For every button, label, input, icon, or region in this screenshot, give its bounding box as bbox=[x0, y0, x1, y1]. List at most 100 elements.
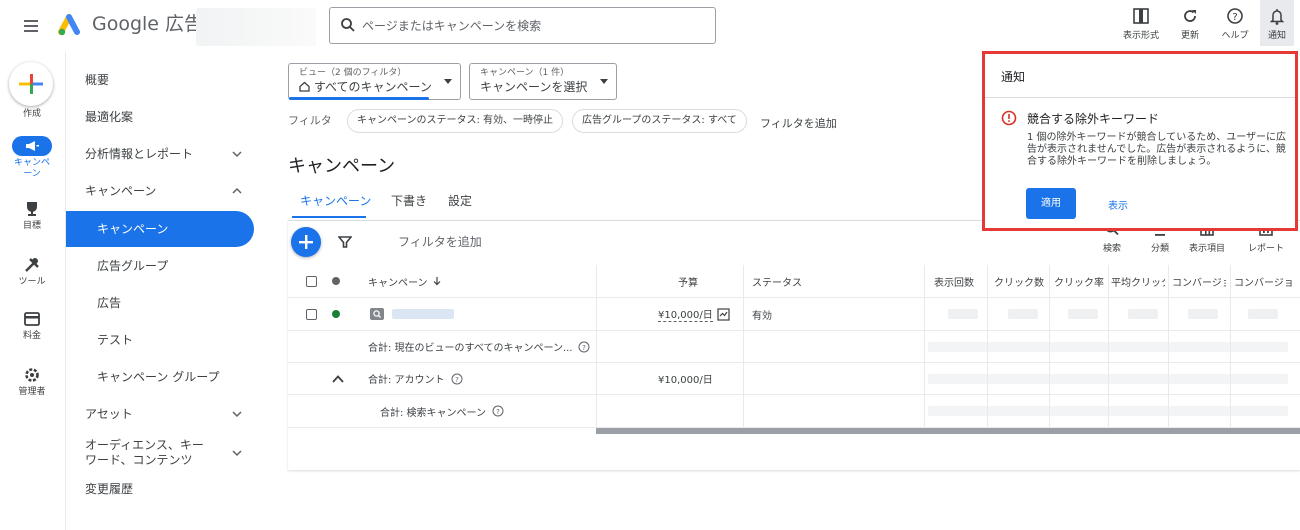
dropdown-arrow-icon bbox=[600, 79, 608, 84]
tab-drafts[interactable]: 下書き bbox=[391, 192, 427, 209]
megaphone-icon bbox=[12, 136, 52, 156]
status-column-header[interactable]: ステータス bbox=[752, 265, 802, 297]
table-header-row: キャンペーン 予算 ステータス 表示回数 クリック数 クリック率 平均クリック … bbox=[288, 265, 1300, 298]
chevron-down-icon bbox=[232, 450, 242, 457]
column-divider bbox=[1108, 265, 1109, 428]
table-add-filter[interactable]: フィルタを追加 bbox=[398, 233, 482, 250]
add-campaign-button[interactable] bbox=[291, 227, 321, 257]
budget-cell[interactable]: ¥10,000/日 bbox=[658, 298, 730, 330]
conversions2-column-header[interactable]: コンバージョン bbox=[1234, 265, 1292, 297]
chevron-down-icon bbox=[232, 411, 242, 418]
sidebar-item-overview[interactable]: 概要 bbox=[66, 62, 254, 98]
rail-item-billing[interactable]: 料金 bbox=[0, 308, 64, 342]
rail-item-goals[interactable]: 目標 bbox=[0, 198, 64, 232]
column-divider bbox=[743, 265, 744, 428]
rail-item-admin[interactable]: 管理者 bbox=[0, 364, 64, 398]
campaign-dropdown-label: キャンペーン（1 件） bbox=[480, 68, 570, 78]
total-view-text: 合計: 現在のビューのすべてのキャンペーン... bbox=[368, 343, 573, 354]
filter-funnel-icon[interactable] bbox=[338, 235, 352, 249]
column-divider bbox=[596, 265, 597, 428]
search-box[interactable] bbox=[329, 7, 716, 44]
sidebar-item-label: キャンペーン bbox=[85, 184, 157, 198]
help-icon[interactable]: ? bbox=[451, 373, 463, 385]
appearance-button[interactable]: 表示形式 bbox=[1118, 6, 1164, 46]
apply-button[interactable]: 適用 bbox=[1026, 188, 1076, 219]
collapse-chevron-icon[interactable] bbox=[332, 363, 344, 394]
sidebar-item-campaign-groups[interactable]: キャンペーン グループ bbox=[66, 359, 254, 395]
column-divider bbox=[1230, 265, 1231, 428]
view-dropdown[interactable]: ビュー（2 個のフィルタ） すべてのキャンペーン bbox=[288, 63, 461, 100]
chevron-up-icon bbox=[232, 187, 242, 194]
search-input[interactable] bbox=[362, 9, 702, 42]
budget-column-header[interactable]: 予算 bbox=[678, 265, 708, 297]
metric-blurred bbox=[1068, 298, 1098, 330]
view-dropdown-value: すべてのキャンペーン bbox=[299, 79, 460, 95]
rail-item-tools[interactable]: ツール bbox=[0, 254, 64, 288]
show-link[interactable]: 表示 bbox=[1108, 197, 1128, 212]
select-all-checkbox[interactable] bbox=[306, 265, 317, 297]
hamburger-menu-icon[interactable] bbox=[20, 14, 44, 38]
rail-goals-label: 目標 bbox=[22, 221, 41, 231]
campaign-dropdown-value: キャンペーンを選択 bbox=[480, 80, 588, 94]
app-title: Google 広告 bbox=[92, 13, 204, 35]
svg-text:?: ? bbox=[455, 376, 459, 384]
help-button[interactable]: ? ヘルプ bbox=[1216, 6, 1254, 46]
refresh-icon bbox=[1180, 6, 1200, 26]
sort-arrow-icon bbox=[433, 276, 441, 286]
table-search-label: 検索 bbox=[1102, 244, 1121, 254]
metric-blurred bbox=[948, 298, 978, 330]
sidebar-item-campaigns[interactable]: キャンペーン bbox=[66, 211, 254, 247]
segment-label: 分類 bbox=[1150, 244, 1169, 254]
trend-chart-icon[interactable] bbox=[717, 307, 730, 321]
tab-campaigns[interactable]: キャンペーン bbox=[300, 192, 371, 209]
add-filter-link[interactable]: フィルタを追加 bbox=[760, 115, 837, 131]
table-row[interactable]: ¥10,000/日 有効 bbox=[288, 298, 1300, 331]
rail-admin-label: 管理者 bbox=[18, 387, 46, 397]
avg-cpc-column-header[interactable]: 平均クリック bbox=[1111, 265, 1165, 297]
sidebar-item-assets[interactable]: アセット bbox=[66, 396, 254, 432]
trophy-icon bbox=[21, 198, 43, 220]
help-icon[interactable]: ? bbox=[492, 405, 504, 417]
view-underline bbox=[289, 97, 429, 100]
total-search-label: 合計: 検索キャンペーン ? bbox=[380, 395, 504, 427]
svg-text:?: ? bbox=[496, 408, 500, 416]
notification-title: 競合する除外キーワード bbox=[1027, 112, 1160, 126]
sidebar-item-label: オーディエンス、キーワード、コンテンツ bbox=[85, 438, 204, 467]
left-rail: 作成 キャンペーン 目標 ツール 料金 管理者 bbox=[0, 52, 64, 530]
sidebar-item-ads[interactable]: 広告 bbox=[66, 285, 254, 321]
metric-blurred bbox=[1008, 298, 1038, 330]
row-checkbox[interactable] bbox=[306, 298, 317, 330]
sidebar-item-change-history[interactable]: 変更履歴 bbox=[66, 471, 254, 507]
horizontal-scrollbar[interactable] bbox=[596, 428, 1300, 434]
campaign-column-header[interactable]: キャンペーン bbox=[368, 265, 441, 297]
sidebar-item-recommendations[interactable]: 最適化案 bbox=[66, 99, 254, 135]
impressions-column-header[interactable]: 表示回数 bbox=[934, 265, 986, 297]
campaign-dropdown[interactable]: キャンペーン（1 件） キャンペーンを選択 bbox=[469, 63, 617, 100]
campaign-status-chip[interactable]: キャンペーンのステータス: 有効、一時停止 bbox=[347, 109, 564, 133]
ad-group-status-chip[interactable]: 広告グループのステータス: すべて bbox=[572, 109, 747, 133]
sidebar-item-experiments[interactable]: テスト bbox=[66, 322, 254, 358]
sidebar-item-ad-groups[interactable]: 広告グループ bbox=[66, 248, 254, 284]
chevron-down-icon bbox=[232, 151, 242, 158]
conversions-column-header[interactable]: コンバージョン bbox=[1172, 265, 1226, 297]
create-button[interactable] bbox=[9, 62, 53, 106]
refresh-button[interactable]: 更新 bbox=[1172, 6, 1208, 46]
tools-icon bbox=[21, 254, 43, 276]
sidebar-item-campaigns-group[interactable]: キャンペーン bbox=[66, 173, 254, 209]
sidebar-item-insights[interactable]: 分析情報とレポート bbox=[66, 136, 254, 172]
rail-tools-label: ツール bbox=[18, 277, 46, 287]
ctr-column-header[interactable]: クリック率 bbox=[1054, 265, 1108, 297]
campaign-name-blurred[interactable] bbox=[392, 298, 454, 330]
notifications-button[interactable]: 通知 bbox=[1260, 0, 1294, 46]
sidebar-item-audiences[interactable]: オーディエンス、キーワード、コンテンツ bbox=[66, 433, 254, 473]
enabled-status-dot bbox=[332, 298, 340, 330]
clicks-column-header[interactable]: クリック数 bbox=[994, 265, 1048, 297]
tab-settings[interactable]: 設定 bbox=[448, 192, 472, 209]
sidebar-nav: 概要 最適化案 分析情報とレポート キャンペーン キャンペーン 広告グループ 広… bbox=[65, 52, 255, 530]
help-icon[interactable]: ? bbox=[578, 341, 590, 353]
appearance-label: 表示形式 bbox=[1122, 31, 1159, 41]
gear-icon bbox=[21, 364, 43, 386]
notification-panel-header: 通知 bbox=[985, 54, 1295, 98]
rail-item-campaigns[interactable]: キャンペーン bbox=[0, 136, 64, 180]
account-info[interactable] bbox=[196, 8, 316, 46]
